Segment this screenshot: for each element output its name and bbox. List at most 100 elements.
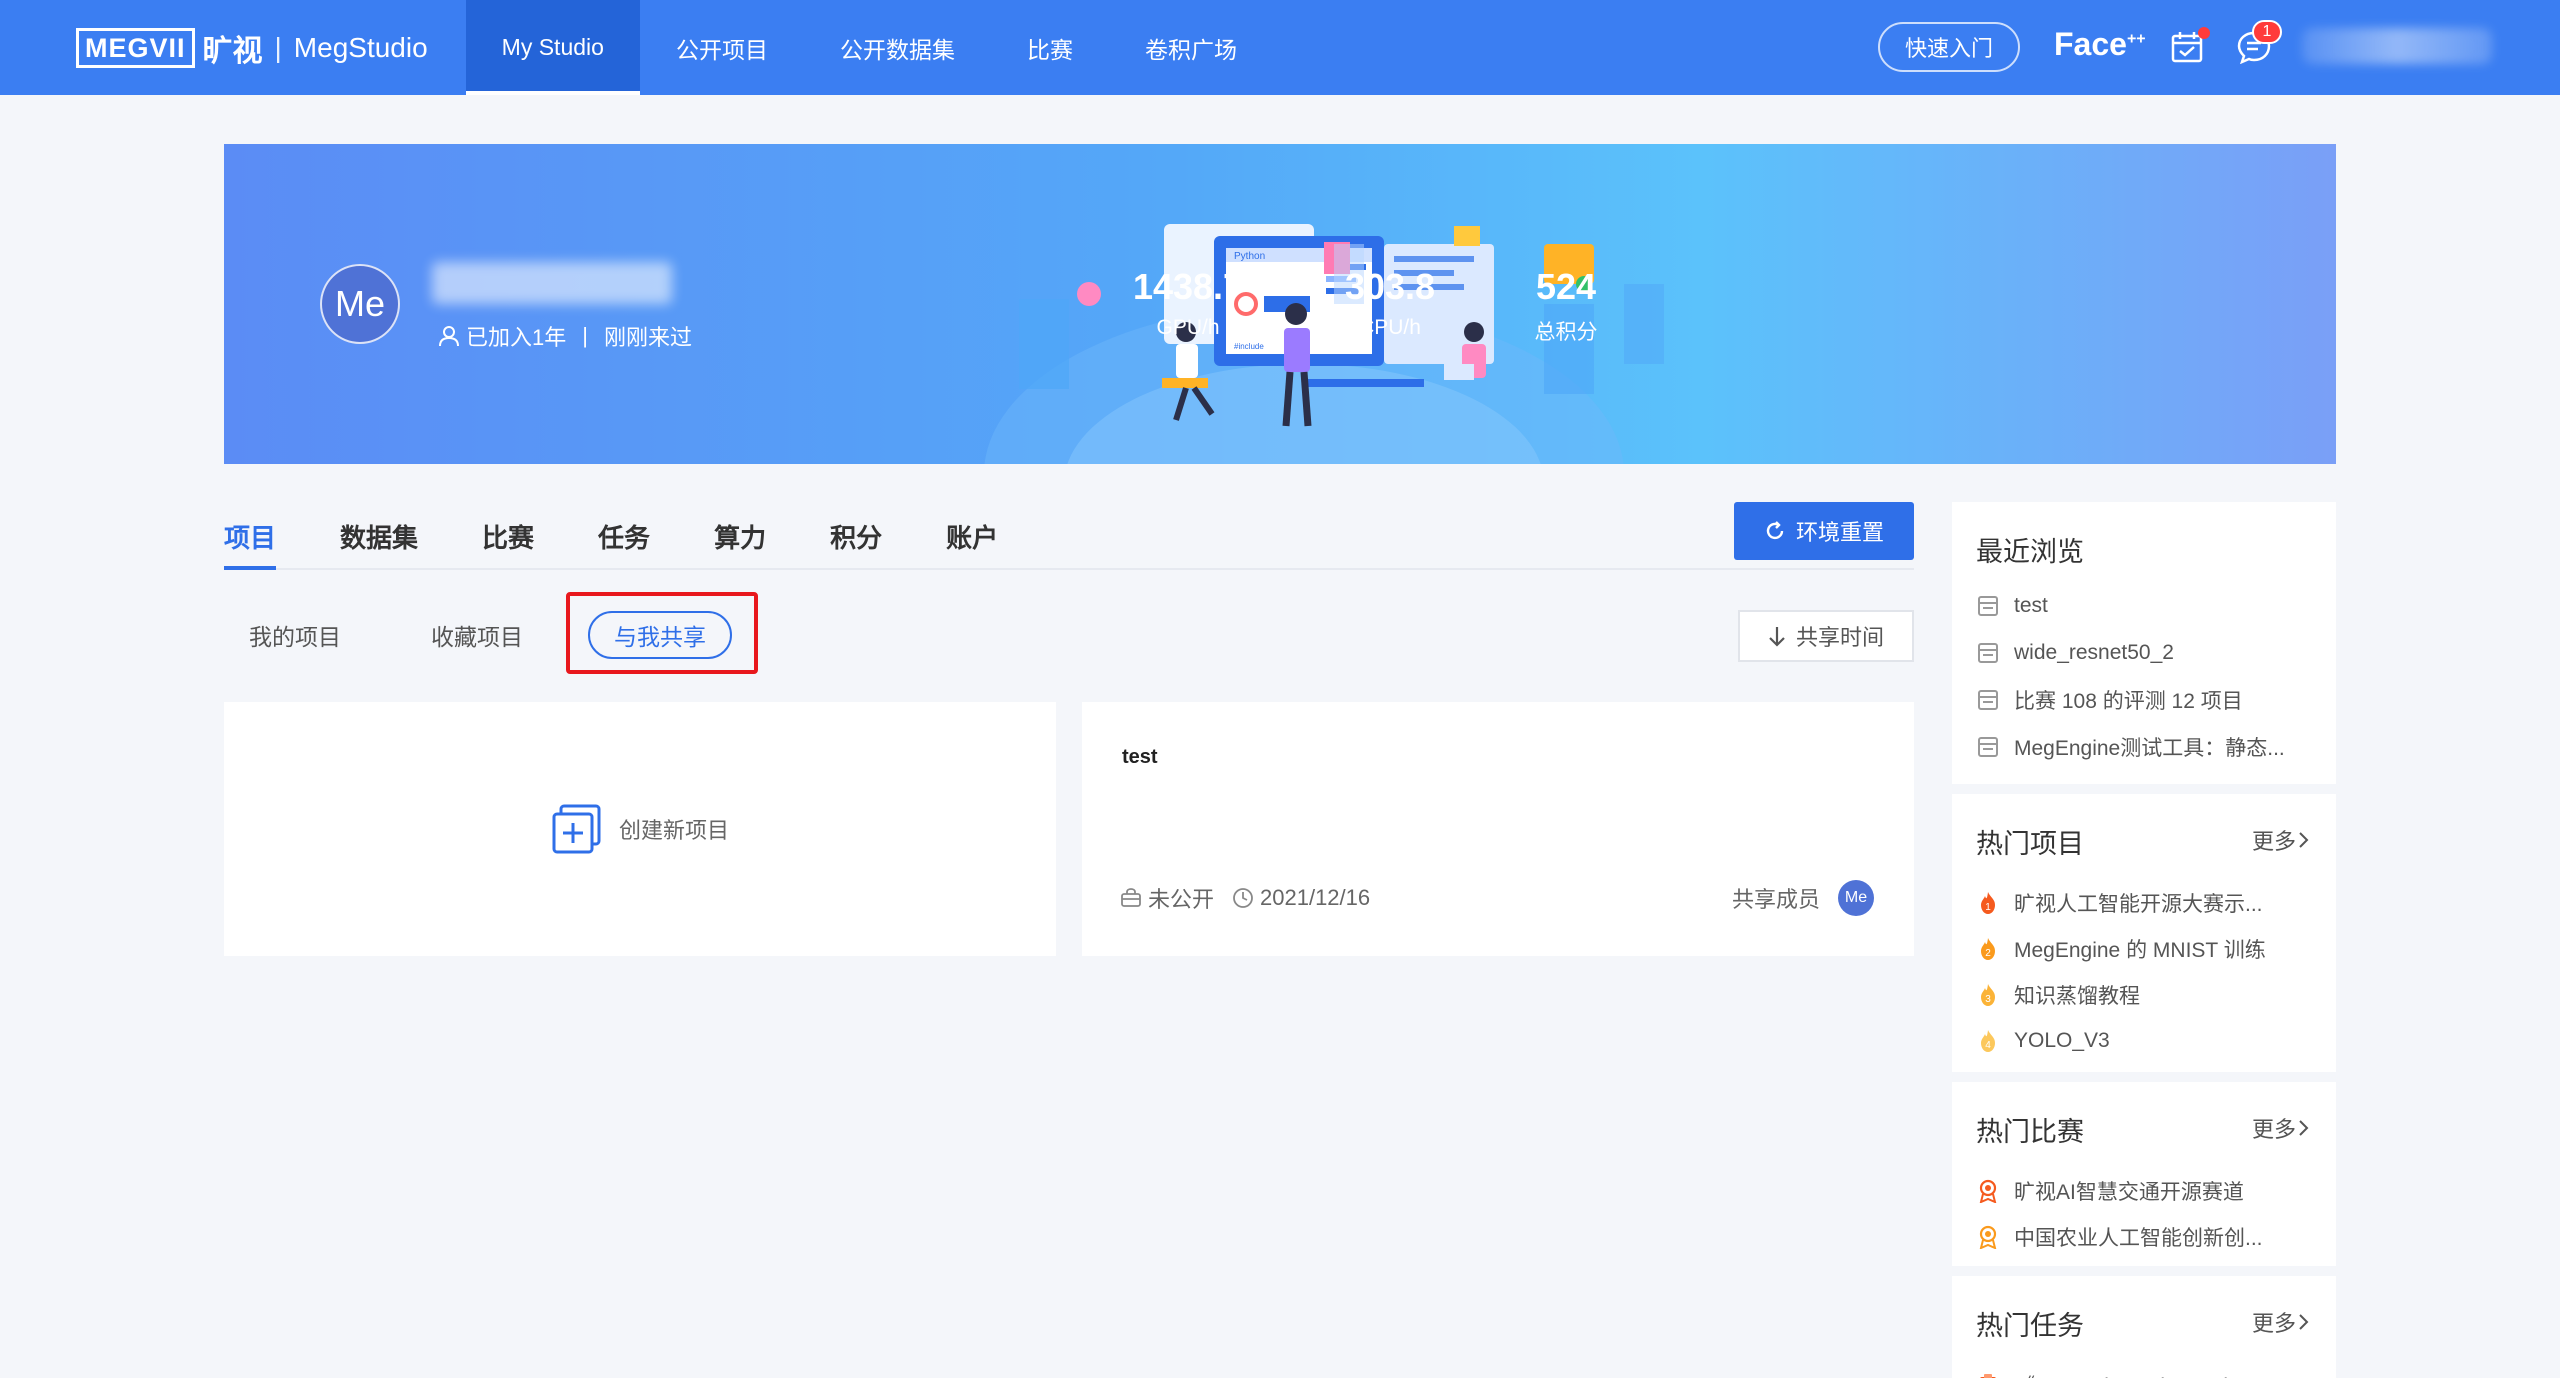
hot-tasks-more-link[interactable]: 更多: [2252, 1306, 2310, 1338]
hot-project-item[interactable]: 2 MegEngine 的 MNIST 训练: [1976, 926, 2312, 972]
tab-points[interactable]: 积分: [830, 510, 882, 570]
recent-views-panel: 最近浏览 test wide_resnet50_2 比赛 108 的评测 12 …: [1952, 502, 2336, 784]
tab-datasets[interactable]: 数据集: [340, 510, 418, 570]
subtab-my-projects[interactable]: 我的项目: [224, 618, 366, 652]
member-avatar[interactable]: Me: [1838, 880, 1874, 916]
main-tabs: 项目 数据集 比赛 任务 算力 积分 账户: [224, 510, 1914, 570]
stat-points-label: 总积分: [1534, 321, 1598, 344]
hot-competition-label: 中国农业人工智能创新创...: [2014, 1227, 2263, 1250]
medal-icon: [1979, 1179, 1997, 1203]
project-card[interactable]: test 未公开 2021/12/16 共享成员 Me: [1082, 702, 1914, 956]
hot-competitions-list: 旷视AI智慧交通开源赛道 中国农业人工智能创新创...: [1976, 1168, 2312, 1260]
recent-item[interactable]: wide_resnet50_2: [1976, 629, 2312, 676]
tab-tasks[interactable]: 任务: [598, 510, 650, 570]
user-name-blurred: [432, 262, 672, 304]
flame-rank-3-icon: 3: [1981, 984, 1995, 1006]
hot-competitions-more-link[interactable]: 更多: [2252, 1112, 2310, 1144]
environment-reset-button[interactable]: 环境重置: [1734, 502, 1914, 560]
project-date-label: 2021/12/16: [1260, 885, 1371, 910]
project-date: 2021/12/16: [1232, 885, 1370, 911]
person-icon: [439, 326, 459, 347]
tab-projects[interactable]: 项目: [224, 510, 277, 570]
nav-item-conv-square[interactable]: 卷积广场: [1109, 0, 1273, 95]
recent-item-label: MegEngine测试工具：静态...: [2014, 736, 2285, 760]
create-project-card[interactable]: 创建新项目: [224, 702, 1056, 956]
recent-views-title: 最近浏览: [1976, 537, 2084, 567]
recent-views-list: test wide_resnet50_2 比赛 108 的评测 12 项目 Me…: [1976, 582, 2312, 770]
lock-box-icon: [1121, 888, 1141, 907]
hot-competition-item[interactable]: 中国农业人工智能创新创...: [1976, 1214, 2312, 1260]
recent-item-label: wide_resnet50_2: [2014, 640, 2174, 664]
flame-rank-2-icon: 2: [1981, 938, 1995, 960]
hot-task-item[interactable]: 《You Only Look One-lev...: [1976, 1362, 2312, 1378]
hot-projects-more-link[interactable]: 更多: [2252, 824, 2310, 856]
recent-item-label: test: [2014, 593, 2048, 617]
user-name-blurred[interactable]: [2302, 28, 2492, 64]
calendar-dot: [2198, 27, 2210, 39]
nav-item-public-datasets[interactable]: 公开数据集: [804, 0, 991, 95]
sort-by-share-time-button[interactable]: 共享时间: [1738, 610, 1914, 662]
refresh-icon: [1766, 521, 1784, 540]
document-icon: [1978, 642, 1998, 663]
tab-competitions[interactable]: 比赛: [482, 510, 534, 570]
flame-rank-4-icon: 4: [1981, 1030, 1995, 1052]
tab-account[interactable]: 账户: [946, 510, 998, 570]
hot-project-item[interactable]: 4 YOLO_V3: [1976, 1018, 2312, 1064]
create-project-icon: [552, 804, 601, 854]
medal-icon: [1979, 1225, 1997, 1249]
hot-tasks-panel: 热门任务 更多 《You Only Look One-lev...: [1952, 1276, 2336, 1378]
hot-projects-title: 热门项目: [1976, 829, 2084, 859]
shared-members: 共享成员 Me: [1732, 880, 1874, 916]
hot-tasks-list: 《You Only Look One-lev...: [1976, 1362, 2312, 1378]
nav-item-my-studio[interactable]: My Studio: [465, 0, 640, 95]
hot-project-label: YOLO_V3: [2014, 1029, 2110, 1052]
svg-text:1: 1: [1985, 902, 1991, 913]
hot-project-label: MegEngine 的 MNIST 训练: [2014, 939, 2266, 962]
flame-rank-1-icon: 1: [1981, 892, 1995, 914]
nav-menu: My Studio 公开项目 公开数据集 比赛 卷积广场: [465, 0, 1273, 95]
recent-item[interactable]: test: [1976, 582, 2312, 629]
hot-project-label: 旷视人工智能开源大赛示...: [2014, 893, 2263, 916]
stat-gpu-value: 1438.7: [1132, 266, 1244, 307]
hot-competitions-title: 热门比赛: [1976, 1117, 2084, 1147]
document-icon: [1978, 736, 1998, 757]
svg-text:2: 2: [1985, 948, 1991, 959]
project-title[interactable]: test: [1122, 746, 1158, 769]
environment-reset-label: 环境重置: [1795, 520, 1884, 545]
visibility-status: 未公开: [1120, 882, 1214, 914]
logo-studio: MegStudio: [293, 31, 428, 63]
megstudio-logo[interactable]: MEGVII 旷视 | MegStudio: [76, 0, 428, 95]
avatar[interactable]: Me: [320, 264, 400, 344]
hot-project-item[interactable]: 1 旷视人工智能开源大赛示...: [1976, 880, 2312, 926]
quick-start-button[interactable]: 快速入门: [1878, 22, 2020, 72]
nav-item-public-projects[interactable]: 公开项目: [640, 0, 804, 95]
svg-text:4: 4: [1985, 1040, 1991, 1051]
more-label: 更多: [2251, 1117, 2296, 1142]
profile-meta: 已加入1年 | 刚刚来过: [438, 320, 692, 352]
face-logo-sup: ++: [2126, 30, 2146, 48]
hot-competition-item[interactable]: 旷视AI智慧交通开源赛道: [1976, 1168, 2312, 1214]
document-icon: [1978, 595, 1998, 616]
project-meta: 未公开 2021/12/16: [1120, 882, 1388, 914]
logo-separator: |: [274, 31, 282, 63]
clipboard-icon: [1980, 1374, 1996, 1378]
recent-item-label: 比赛 108 的评测 12 项目: [2014, 689, 2243, 713]
hot-project-item[interactable]: 3 知识蒸馏教程: [1976, 972, 2312, 1018]
face-logo-text: Face: [2054, 26, 2127, 62]
hot-task-label: 《You Only Look One-lev...: [2014, 1370, 2266, 1378]
stat-cpu-label: CPU/h: [1359, 316, 1421, 339]
recent-item[interactable]: 比赛 108 的评测 12 项目: [1976, 676, 2312, 723]
subtab-shared-with-me[interactable]: 与我共享: [588, 611, 732, 659]
tab-compute[interactable]: 算力: [714, 510, 766, 570]
document-icon: [1978, 689, 1998, 710]
logo-mark: MEGVII: [76, 27, 195, 68]
hot-tasks-title: 热门任务: [1976, 1311, 2084, 1341]
logo-cn: 旷视: [202, 34, 263, 68]
visibility-label: 未公开: [1148, 887, 1215, 912]
face-plus-plus-logo[interactable]: Face++: [2054, 26, 2146, 63]
nav-item-competitions[interactable]: 比赛: [991, 0, 1109, 95]
recent-item[interactable]: MegEngine测试工具：静态...: [1976, 723, 2312, 770]
subtab-favorite-projects[interactable]: 收藏项目: [406, 618, 548, 652]
sort-label: 共享时间: [1795, 625, 1884, 650]
hot-project-label: 知识蒸馏教程: [2014, 985, 2140, 1008]
